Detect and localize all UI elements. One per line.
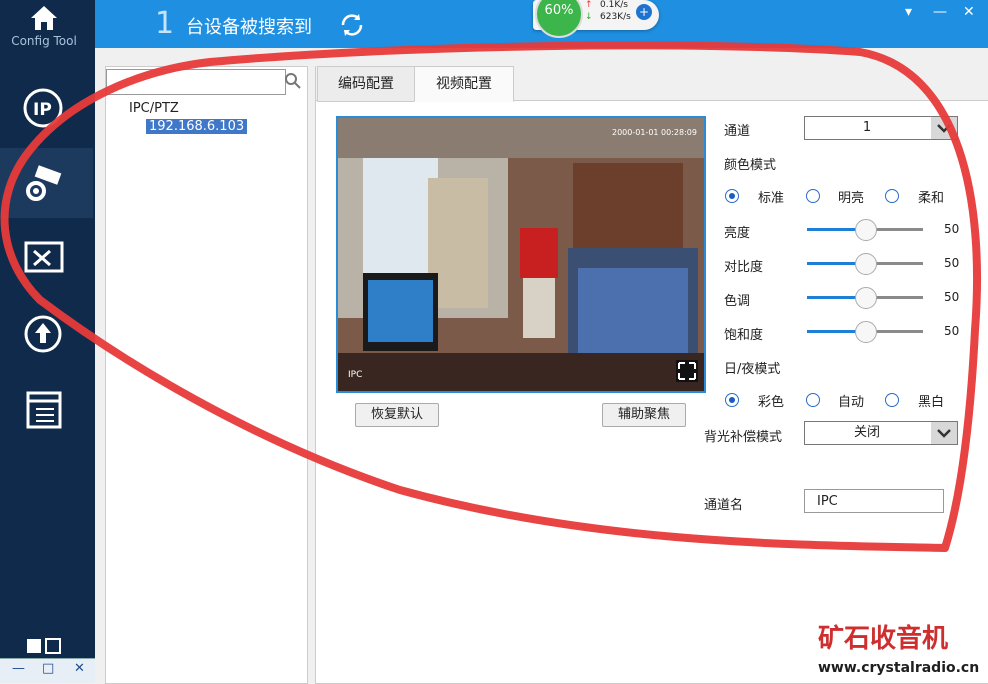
contrast-value: 50 xyxy=(944,256,960,270)
backlight-mode-select[interactable]: 关闭 xyxy=(804,421,958,445)
restore-default-button[interactable]: 恢复默认 xyxy=(355,403,439,427)
tree-root-ipc-ptz[interactable]: IPC/PTZ xyxy=(129,101,179,116)
color-mode-label: 颜色模式 xyxy=(724,158,777,173)
app-logo-label: Config Tool xyxy=(11,34,77,48)
contrast-label: 对比度 xyxy=(724,260,764,275)
color-mode-standard-label: 标准 xyxy=(758,191,785,206)
day-night-bw-radio[interactable] xyxy=(885,393,899,407)
minimize-window-icon[interactable]: — xyxy=(933,4,947,20)
upgrade-icon xyxy=(24,315,62,353)
download-speed: 623K/s xyxy=(600,12,631,22)
day-night-color-radio[interactable] xyxy=(725,393,739,407)
list-icon xyxy=(26,391,62,429)
window-controls-bar: — □ ✕ xyxy=(0,658,95,683)
chevron-down-icon xyxy=(931,117,957,139)
close-window-icon[interactable]: ✕ xyxy=(963,4,975,20)
speed-boost-button[interactable]: + xyxy=(636,4,652,20)
device-count: 1 xyxy=(155,6,175,41)
sidebar-item-camera-settings[interactable] xyxy=(0,148,93,218)
sidebar-item-upgrade[interactable] xyxy=(0,298,93,368)
device-search-input[interactable] xyxy=(106,69,286,95)
hue-value: 50 xyxy=(944,290,960,304)
home-logo[interactable] xyxy=(0,0,95,60)
tools-icon xyxy=(24,241,64,273)
channel-name-field[interactable]: IPC xyxy=(804,489,944,513)
brightness-slider-thumb[interactable] xyxy=(855,219,877,241)
minimize-icon[interactable]: — xyxy=(12,661,25,676)
saturation-value: 50 xyxy=(944,324,960,338)
view-toggle-icon xyxy=(27,638,61,654)
channel-select-value: 1 xyxy=(862,120,872,135)
devices-found-text: 台设备被搜索到 xyxy=(186,17,312,38)
day-night-color-label: 彩色 xyxy=(758,395,785,410)
saturation-label: 饱和度 xyxy=(724,328,764,343)
backlight-mode-value: 关闭 xyxy=(853,425,880,440)
hue-label: 色调 xyxy=(724,294,751,309)
upload-speed: 0.1K/s xyxy=(600,0,628,10)
watermark-url: www.crystalradio.cn xyxy=(818,660,980,676)
svg-text:IP: IP xyxy=(33,100,52,120)
chevron-down-icon xyxy=(931,422,957,444)
view-toggle[interactable] xyxy=(26,638,62,658)
search-icon[interactable] xyxy=(284,72,302,90)
tab-video-config[interactable]: 视频配置 xyxy=(414,66,514,102)
color-mode-soft-radio[interactable] xyxy=(885,189,899,203)
camera-settings-icon xyxy=(26,165,62,201)
assist-focus-button[interactable]: 辅助聚焦 xyxy=(602,403,686,427)
day-night-bw-label: 黑白 xyxy=(918,395,945,410)
sidebar-item-ip[interactable]: IP xyxy=(0,72,93,142)
day-night-mode-label: 日/夜模式 xyxy=(724,362,781,377)
tab-encode-config[interactable]: 编码配置 xyxy=(317,66,415,102)
day-night-auto-label: 自动 xyxy=(838,395,865,410)
video-preview[interactable]: 2000-01-01 00:28:09 IPC xyxy=(336,116,706,393)
brightness-label: 亮度 xyxy=(724,226,751,241)
ip-icon: IP xyxy=(23,88,63,128)
channel-label: 通道 xyxy=(724,124,751,139)
color-mode-soft-label: 柔和 xyxy=(918,191,945,206)
close-icon[interactable]: ✕ xyxy=(74,661,85,676)
tree-item-device[interactable]: 192.168.6.103 xyxy=(146,119,248,134)
channel-select[interactable]: 1 xyxy=(804,116,958,140)
menu-dropdown-icon[interactable]: ▾ xyxy=(905,4,912,20)
download-arrow-icon: ↓ xyxy=(585,12,593,22)
video-osd-label: IPC xyxy=(348,370,363,380)
upload-arrow-icon: ↑ xyxy=(585,0,593,10)
backlight-mode-label: 背光补偿模式 xyxy=(704,430,783,445)
home-icon xyxy=(31,6,57,30)
sidebar-item-tools[interactable] xyxy=(0,222,93,292)
saturation-slider-thumb[interactable] xyxy=(855,321,877,343)
video-timestamp: 2000-01-01 00:28:09 xyxy=(612,128,697,137)
refresh-icon[interactable] xyxy=(337,12,367,38)
device-tree-panel xyxy=(105,66,308,684)
color-mode-bright-radio[interactable] xyxy=(806,189,820,203)
watermark-title: 矿石收音机 xyxy=(818,624,949,654)
contrast-slider-thumb[interactable] xyxy=(855,253,877,275)
restore-icon[interactable]: □ xyxy=(42,661,54,676)
sidebar-item-list[interactable] xyxy=(0,374,93,444)
channel-name-label: 通道名 xyxy=(704,498,744,513)
color-mode-bright-label: 明亮 xyxy=(838,191,865,206)
day-night-auto-radio[interactable] xyxy=(806,393,820,407)
video-scene xyxy=(338,118,704,391)
color-mode-standard-radio[interactable] xyxy=(725,189,739,203)
hue-slider-thumb[interactable] xyxy=(855,287,877,309)
brightness-value: 50 xyxy=(944,222,960,236)
